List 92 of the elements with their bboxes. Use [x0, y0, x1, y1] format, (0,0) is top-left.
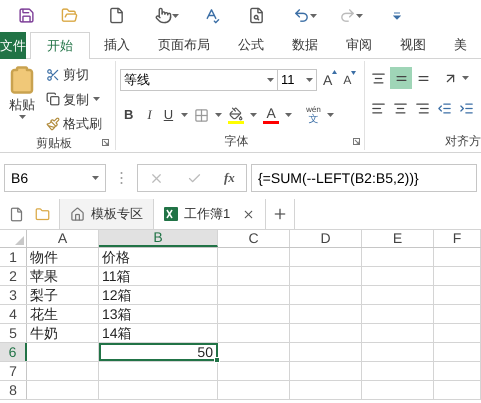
- up-triangle-icon: [332, 70, 338, 74]
- row-header[interactable]: 2: [0, 267, 27, 285]
- new-file-icon[interactable]: [9, 206, 24, 222]
- ribbon-tab[interactable]: 开始: [30, 32, 90, 59]
- column-header[interactable]: C: [218, 230, 290, 247]
- row-header[interactable]: 5: [0, 324, 27, 342]
- paste-button[interactable]: 粘贴: [0, 65, 40, 134]
- caret-icon[interactable]: [356, 14, 363, 18]
- document-tab[interactable]: 模板专区: [59, 199, 154, 229]
- italic-button[interactable]: I: [143, 105, 156, 125]
- align-left-icon[interactable]: [371, 101, 386, 116]
- touch-icon[interactable]: [155, 7, 172, 24]
- group-label: 剪贴板: [35, 134, 73, 152]
- table-cell: 12箱: [99, 286, 218, 304]
- undo-icon[interactable]: [293, 7, 310, 24]
- ribbon-tab[interactable]: 公式: [224, 32, 278, 58]
- phonetic-button[interactable]: wén 文: [306, 105, 321, 125]
- customize-icon[interactable]: [393, 12, 401, 20]
- caret-icon[interactable]: [93, 97, 100, 102]
- column-header[interactable]: D: [290, 230, 362, 247]
- name-box[interactable]: B6: [4, 164, 106, 192]
- ribbon-tab[interactable]: 视图: [386, 32, 440, 58]
- close-icon[interactable]: [242, 208, 255, 220]
- caret-icon[interactable]: [172, 14, 179, 18]
- row-header[interactable]: 8: [0, 381, 27, 399]
- caret-icon[interactable]: [181, 113, 188, 117]
- borders-icon[interactable]: [194, 108, 210, 122]
- copy-icon: [46, 92, 60, 106]
- caret-icon[interactable]: [310, 14, 317, 18]
- format-painter-button[interactable]: 格式刷: [46, 114, 102, 134]
- insert-function-button[interactable]: fx: [224, 168, 235, 188]
- table-cell: 苹果: [27, 267, 99, 285]
- font-color-button[interactable]: A: [263, 106, 280, 124]
- caret-icon[interactable]: [215, 113, 222, 117]
- ribbon-tab[interactable]: 插入: [90, 32, 144, 58]
- save-icon[interactable]: [18, 7, 35, 24]
- caret-icon[interactable]: [92, 176, 99, 180]
- align-right-icon[interactable]: [415, 101, 430, 116]
- plus-icon: [272, 206, 288, 222]
- table-cell: 13箱: [99, 305, 218, 323]
- caret-icon[interactable]: [462, 76, 469, 80]
- table-cell: 11箱: [99, 267, 218, 285]
- table-cell: 14箱: [99, 324, 218, 342]
- middle-align-button[interactable]: [390, 67, 412, 89]
- copy-button[interactable]: 复制: [46, 90, 89, 109]
- caret-icon[interactable]: [18, 114, 26, 118]
- caret-icon[interactable]: [285, 113, 292, 117]
- row-header[interactable]: 6: [0, 343, 27, 361]
- group-label: 字体: [224, 133, 250, 150]
- decrease-indent-icon[interactable]: [437, 101, 452, 116]
- fill-color-button[interactable]: [228, 106, 244, 124]
- dialog-launcher-icon[interactable]: [353, 138, 360, 144]
- column-header[interactable]: B: [99, 230, 218, 247]
- table-cell: 价格: [99, 248, 218, 266]
- increase-indent-icon[interactable]: [459, 101, 474, 116]
- spreadsheet-icon: [164, 207, 178, 221]
- ribbon-tab[interactable]: 美: [440, 32, 481, 58]
- grow-font-button[interactable]: A: [323, 70, 338, 90]
- print-preview-icon[interactable]: [248, 7, 265, 24]
- top-align-icon[interactable]: [371, 70, 386, 86]
- fill-handle[interactable]: [214, 357, 220, 363]
- table-cell: 梨子: [27, 286, 99, 304]
- formula-field[interactable]: {=SUM(--LEFT(B2:B5,2))}: [251, 164, 477, 192]
- row-header[interactable]: 1: [0, 248, 27, 266]
- table-cell: 50: [99, 343, 218, 361]
- shrink-font-button[interactable]: A: [343, 71, 356, 89]
- paintbrush-icon: [46, 116, 60, 131]
- table-cell: 牛奶: [27, 324, 99, 342]
- ribbon-tab[interactable]: 数据: [278, 32, 332, 58]
- new-file-icon[interactable]: [108, 7, 125, 24]
- column-header[interactable]: F: [434, 230, 481, 247]
- drag-handle-icon[interactable]: [120, 171, 123, 185]
- dialog-launcher-icon[interactable]: [102, 139, 109, 146]
- caret-icon[interactable]: [250, 113, 258, 117]
- table-cell: 花生: [27, 305, 99, 323]
- table-cell: 物件: [27, 248, 99, 266]
- align-center-icon[interactable]: [393, 101, 408, 116]
- down-triangle-icon: [351, 71, 356, 75]
- column-header[interactable]: E: [362, 230, 434, 247]
- underline-button[interactable]: U: [162, 105, 176, 125]
- ribbon-tab[interactable]: 页面布局: [144, 32, 224, 58]
- ribbon-tab[interactable]: 审阅: [332, 32, 386, 58]
- scissors-icon: [46, 68, 60, 82]
- cut-button[interactable]: 剪切: [46, 65, 102, 84]
- ribbon-tab[interactable]: 文件: [0, 32, 26, 59]
- bold-button[interactable]: B: [120, 105, 138, 125]
- row-header[interactable]: 3: [0, 286, 27, 304]
- home-icon: [70, 206, 85, 222]
- group-label: 对齐方: [445, 133, 481, 150]
- row-header[interactable]: 4: [0, 305, 27, 323]
- caret-icon[interactable]: [326, 113, 334, 117]
- row-header[interactable]: 7: [0, 362, 27, 380]
